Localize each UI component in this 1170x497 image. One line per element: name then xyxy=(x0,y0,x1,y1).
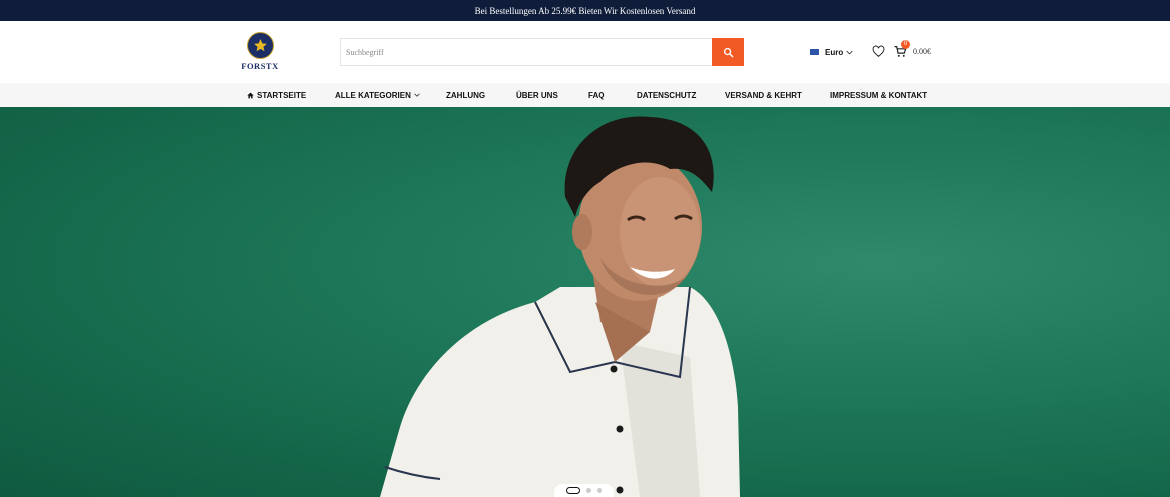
announcement-text: Bei Bestellungen Ab 25.99€ Bieten Wir Ko… xyxy=(474,5,696,16)
search-button[interactable] xyxy=(712,38,744,66)
chevron-down-icon xyxy=(414,93,420,97)
star-logo-icon xyxy=(246,32,274,59)
flag-icon xyxy=(810,49,819,55)
nav-item-label: STARTSEITE xyxy=(257,90,307,100)
currency-selector[interactable]: Euro xyxy=(810,46,853,58)
slider-dot-1[interactable] xyxy=(566,487,580,494)
cart-total: 0.00€ xyxy=(913,46,931,56)
brand-name: FORSTX xyxy=(241,61,279,71)
wishlist-button[interactable] xyxy=(872,45,885,58)
nav-item-startseite[interactable]: STARTSEITE xyxy=(247,83,306,107)
hero-model-image xyxy=(380,116,740,497)
nav-item-label: IMPRESSUM & KONTAKT xyxy=(830,90,928,100)
nav-item-label: ÜBER UNS xyxy=(516,90,558,100)
nav-item-faq[interactable]: FAQ xyxy=(588,83,604,107)
slider-dot-3[interactable] xyxy=(597,488,602,493)
announcement-bar: Bei Bestellungen Ab 25.99€ Bieten Wir Ko… xyxy=(0,0,1170,21)
heart-icon xyxy=(872,45,885,58)
nav-item-versand-kehrt[interactable]: VERSAND & KEHRT xyxy=(725,83,802,107)
slider-pagination xyxy=(554,484,614,497)
slider-dot-2[interactable] xyxy=(586,488,591,493)
home-icon xyxy=(247,92,254,98)
currency-label: Euro xyxy=(825,47,844,57)
cart-count-badge: 0 xyxy=(901,39,910,49)
brand-logo[interactable]: FORSTX xyxy=(240,32,280,72)
chevron-down-icon xyxy=(846,50,853,55)
nav-item-label: VERSAND & KEHRT xyxy=(725,90,802,100)
nav-item-alle-kategorien[interactable]: ALLE KATEGORIEN xyxy=(335,83,423,107)
cart-button[interactable]: 0 0.00€ xyxy=(894,39,931,58)
nav-item-label: DATENSCHUTZ xyxy=(637,90,697,100)
nav-item-label: ZAHLUNG xyxy=(446,90,486,100)
search-input[interactable] xyxy=(340,38,712,66)
nav-item-impressum-kontakt[interactable]: IMPRESSUM & KONTAKT xyxy=(830,83,927,107)
main-nav: STARTSEITE ALLE KATEGORIEN ZAHLUNG ÜBER … xyxy=(0,83,1170,107)
search-icon xyxy=(723,47,733,57)
nav-item-zahlung[interactable]: ZAHLUNG xyxy=(446,83,485,107)
nav-item-datenschutz[interactable]: DATENSCHUTZ xyxy=(637,83,696,107)
hero-banner[interactable] xyxy=(0,107,1170,497)
nav-item-label: ALLE KATEGORIEN xyxy=(335,90,411,100)
nav-item-ueber-uns[interactable]: ÜBER UNS xyxy=(516,83,558,107)
site-header: FORSTX Euro 0 0.00€ xyxy=(0,21,1170,83)
nav-item-label: FAQ xyxy=(588,90,605,100)
